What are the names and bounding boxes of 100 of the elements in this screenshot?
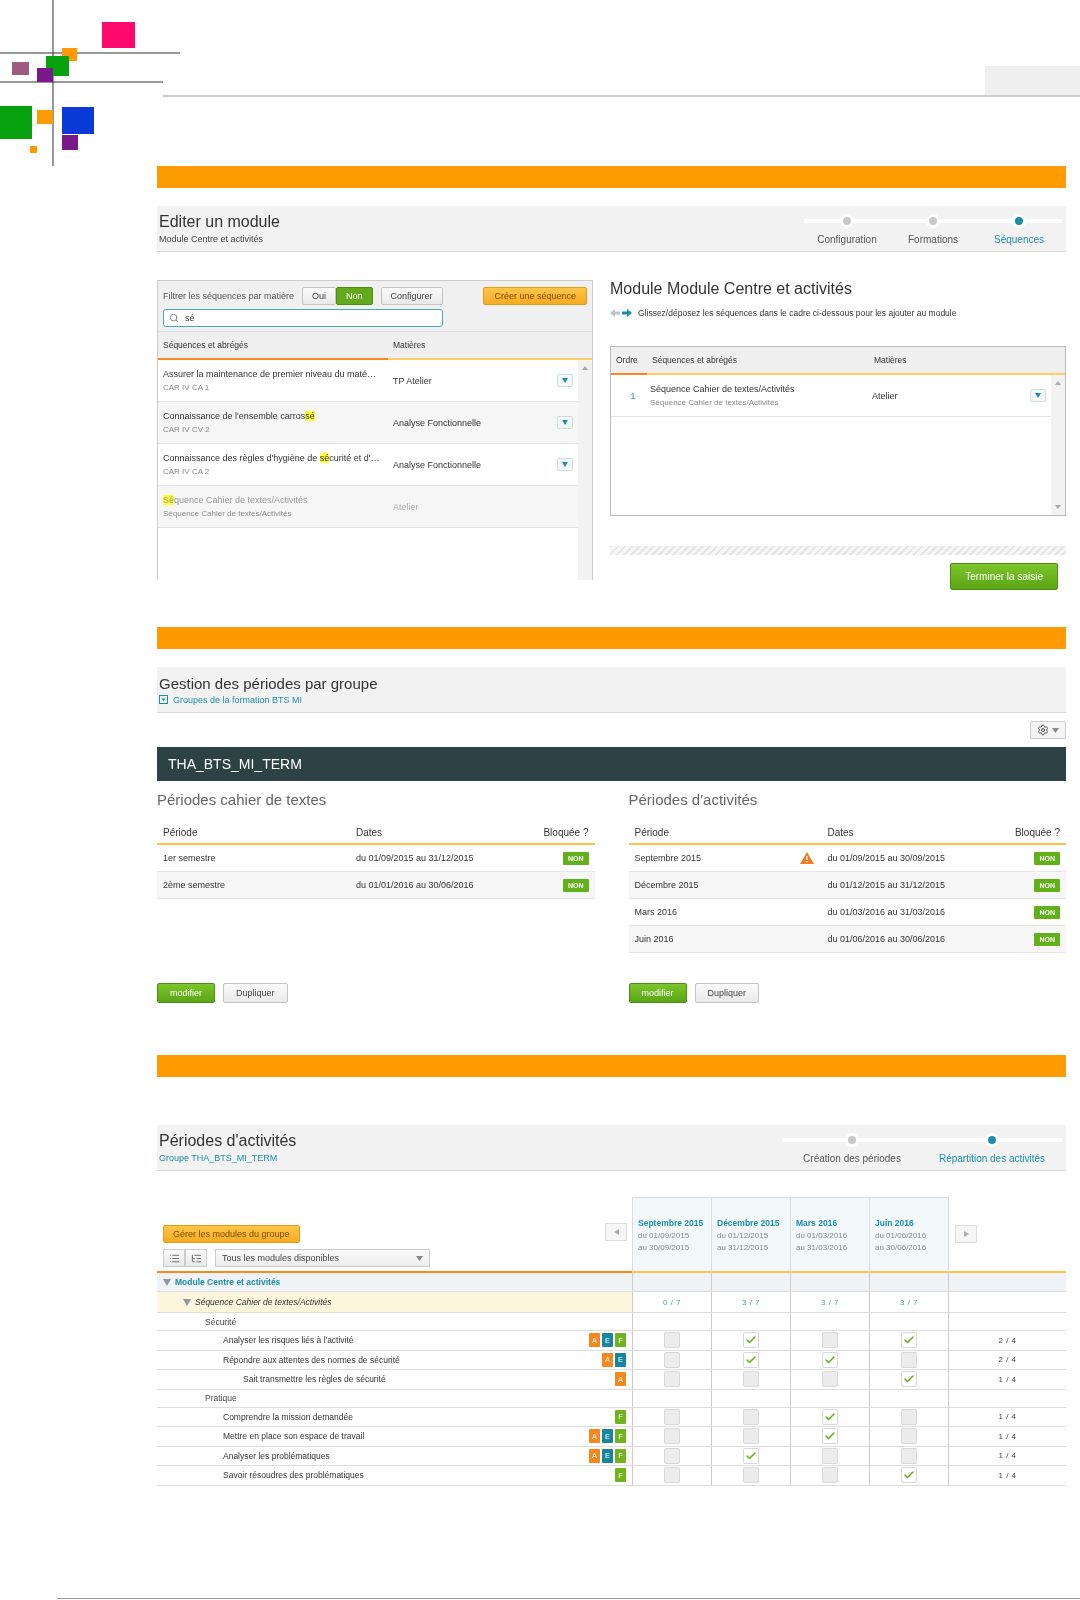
module-name[interactable]: Module Centre et activités — [175, 1277, 281, 1287]
period-checkbox[interactable] — [743, 1371, 759, 1388]
caret-right-icon — [963, 1231, 969, 1237]
list-view-button[interactable] — [163, 1249, 185, 1267]
list-icon — [168, 1252, 180, 1264]
period-checkbox[interactable] — [743, 1467, 759, 1484]
activity-name: Savoir résoudres des problématiques — [223, 1470, 364, 1481]
activity-total: 1 / 4 — [998, 1470, 1017, 1480]
scrollbar[interactable] — [1051, 375, 1065, 515]
duplicate-button[interactable]: Dupliquer — [223, 983, 288, 1003]
sequence-code: CAR IV CA 2 — [163, 467, 211, 476]
subject-name: Analyse Fonctionnelle — [393, 459, 483, 470]
period-checkbox[interactable] — [901, 1371, 917, 1388]
period-checkbox[interactable] — [822, 1408, 838, 1425]
period-checkbox[interactable] — [743, 1428, 759, 1445]
period-checkbox[interactable] — [822, 1447, 838, 1464]
activity-name: Comprendre la mission demandée — [223, 1411, 353, 1422]
page-title: Editer un module — [159, 213, 280, 231]
period-start: du 01/06/2016 — [875, 1230, 928, 1240]
period-checkbox[interactable] — [822, 1351, 838, 1368]
previous-button[interactable] — [605, 1223, 627, 1241]
wizard-step[interactable]: Création des périodes — [782, 1133, 922, 1164]
period-checkbox[interactable] — [901, 1408, 917, 1425]
manage-modules-button[interactable]: Gérer les modules du groupe — [163, 1225, 300, 1243]
period-end: au 30/09/2015 — [638, 1242, 691, 1252]
check-icon — [824, 1353, 836, 1366]
period-checkbox[interactable] — [664, 1467, 680, 1484]
sequence-code: Séquence Cahier de textes/Activités — [163, 509, 293, 518]
page-subtitle: Module Centre et activités — [159, 234, 265, 244]
tree-view-button[interactable] — [185, 1249, 207, 1267]
caret-icon — [416, 1255, 423, 1261]
groups-link[interactable]: Groupes de la formation BTS MI — [159, 694, 378, 705]
panel-title: Périodes cahier de textes — [157, 791, 328, 808]
expand-icon — [159, 695, 168, 704]
period-checkbox[interactable] — [664, 1332, 680, 1349]
period-checkbox[interactable] — [901, 1428, 917, 1445]
scrollbar[interactable] — [578, 360, 592, 580]
period-end: au 31/03/2016 — [796, 1242, 849, 1252]
wizard-step[interactable]: Configuration — [804, 214, 890, 245]
settings-menu-button[interactable] — [1030, 721, 1066, 739]
wizard-step[interactable]: Formations — [890, 214, 976, 245]
column-header: Période — [634, 827, 670, 838]
period-checkbox[interactable] — [822, 1332, 838, 1349]
period-checkbox[interactable] — [822, 1467, 838, 1484]
sequence-title: Séquence Cahier de textes/Activités — [650, 384, 796, 394]
period-checkbox[interactable] — [901, 1351, 917, 1368]
search-field[interactable]: sé — [163, 309, 443, 327]
period-checkbox[interactable] — [743, 1351, 759, 1368]
period-checkbox[interactable] — [901, 1447, 917, 1464]
period-checkbox[interactable] — [743, 1408, 759, 1425]
check-icon — [824, 1410, 836, 1423]
period-name: Juin 2016 — [634, 934, 674, 944]
sequence-code: Séquence Cahier de textes/Activités — [650, 398, 780, 407]
dropdown-button[interactable] — [557, 416, 573, 429]
dropdown-button[interactable] — [557, 374, 573, 387]
period-checkbox[interactable] — [901, 1332, 917, 1349]
period-checkbox[interactable] — [743, 1447, 759, 1464]
expanded-caret-icon[interactable] — [183, 1298, 191, 1306]
dropdown-button[interactable] — [1030, 389, 1046, 402]
page-title: Gestion des périodes par groupe — [159, 674, 378, 692]
create-sequence-button[interactable]: Créer une séquence — [483, 287, 587, 305]
expanded-caret-icon[interactable] — [163, 1278, 171, 1286]
column-header: Période — [163, 827, 199, 838]
period-checkbox[interactable] — [664, 1428, 680, 1445]
group-link[interactable]: Groupe THA_BTS_MI_TERM — [159, 1153, 297, 1163]
period-checkbox[interactable] — [664, 1351, 680, 1368]
period-checkbox[interactable] — [743, 1332, 759, 1349]
period-checkbox[interactable] — [822, 1371, 838, 1388]
period-count: 3 / 7 — [741, 1297, 761, 1307]
wizard-step[interactable]: Répartition des activités — [922, 1133, 1062, 1164]
subject-name: Atelier — [872, 390, 899, 401]
sequence-name[interactable]: Séquence Cahier de textes/Activités — [195, 1297, 332, 1307]
period-name: Septembre 2015 — [634, 853, 702, 863]
wizard-step[interactable]: Séquences — [976, 214, 1062, 245]
page-title: Périodes d'activités — [159, 1132, 297, 1150]
period-start: du 01/03/2016 — [796, 1230, 849, 1240]
period-name: Mars 2016 — [634, 907, 678, 917]
module-filter-select[interactable]: Tous les modules disponibles — [215, 1249, 430, 1267]
period-checkbox[interactable] — [822, 1428, 838, 1445]
period-checkbox[interactable] — [664, 1447, 680, 1464]
dropdown-button[interactable] — [557, 458, 573, 471]
activity-total: 2 / 4 — [998, 1355, 1017, 1365]
toggle-option[interactable]: Oui — [302, 287, 337, 305]
period-dates: du 01/09/2015 au 31/12/2015 — [356, 853, 474, 863]
period-checkbox[interactable] — [901, 1467, 917, 1484]
warning-icon — [799, 852, 814, 864]
period-checkbox[interactable] — [664, 1371, 680, 1388]
next-button[interactable] — [955, 1225, 977, 1243]
period-checkbox[interactable] — [664, 1408, 680, 1425]
period-end: au 31/12/2015 — [717, 1242, 770, 1252]
configure-button[interactable]: Configurer — [380, 287, 443, 305]
step-dot — [1012, 214, 1026, 228]
activity-name: Analyser les risques liés à l'activité — [223, 1335, 354, 1346]
group-name: Pratique — [205, 1393, 237, 1403]
duplicate-button[interactable]: Dupliquer — [694, 983, 760, 1003]
step-dot — [985, 1133, 999, 1147]
activity-name: Répondre aux attentes des normes de sécurité — [223, 1354, 400, 1365]
period-count: 0 / 7 — [662, 1297, 682, 1307]
sequence-code: CAR IV CV 2 — [163, 425, 211, 434]
period-dates: du 01/09/2015 au 30/09/2015 — [827, 853, 946, 863]
